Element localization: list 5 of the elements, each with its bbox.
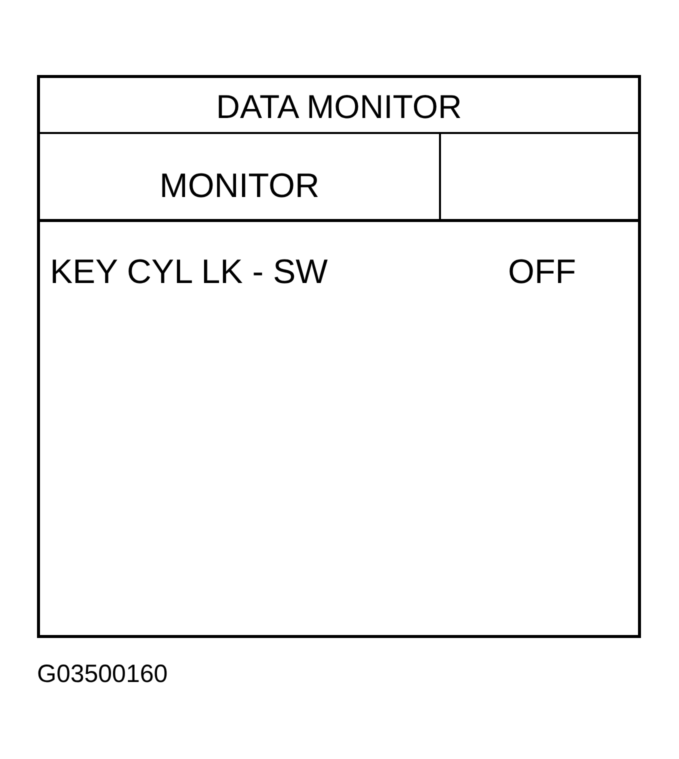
table-title: DATA MONITOR — [216, 90, 462, 123]
monitor-value: OFF — [508, 255, 576, 291]
figure-code: G03500160 — [37, 662, 168, 687]
column-header: MONITOR — [160, 169, 320, 203]
monitor-item-label: KEY CYL LK - SW — [50, 253, 328, 291]
